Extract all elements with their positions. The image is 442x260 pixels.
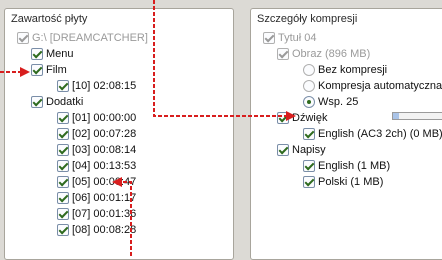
extra-checkbox[interactable] <box>57 208 69 220</box>
tree-item-extra[interactable]: [06] 00:01:17 <box>57 191 136 205</box>
tree-item-root[interactable]: G:\ [DREAMCATCHER] <box>17 31 148 45</box>
extra-label: [05] 00:00:47 <box>72 176 137 188</box>
tree-item-extra[interactable]: [05] 00:00:47 <box>57 175 136 189</box>
film-title-label: [10] 02:08:15 <box>72 80 137 92</box>
sound-track-checkbox[interactable] <box>303 128 315 140</box>
no-compression-radio[interactable] <box>303 64 315 76</box>
title-checkbox[interactable] <box>263 32 275 44</box>
compression-details-title: Szczegóły kompresji <box>257 13 358 25</box>
extra-checkbox[interactable] <box>57 128 69 140</box>
tree-item-image[interactable]: Obraz (896 MB) <box>277 47 370 61</box>
extra-label: [06] 00:01:17 <box>72 192 137 204</box>
root-checkbox[interactable] <box>17 32 29 44</box>
extras-label: Dodatki <box>46 96 84 108</box>
image-label: Obraz (896 MB) <box>292 48 371 60</box>
menu-checkbox[interactable] <box>31 48 43 60</box>
extra-checkbox[interactable] <box>57 144 69 156</box>
subtitle-english-checkbox[interactable] <box>303 160 315 172</box>
disc-contents-panel: Zawartość płyty G:\ [DREAMCATCHER] Menu … <box>4 8 234 260</box>
root-label: G:\ [DREAMCATCHER] <box>32 32 148 44</box>
tree-item-subtitle-english[interactable]: English (1 MB) <box>303 159 390 173</box>
extra-label: [04] 00:13:53 <box>72 160 137 172</box>
extra-checkbox[interactable] <box>57 192 69 204</box>
subtitle-polish-checkbox[interactable] <box>303 176 315 188</box>
tree-item-title[interactable]: Tytuł 04 <box>263 31 317 45</box>
extra-label: [03] 00:08:14 <box>72 144 137 156</box>
auto-compression-radio[interactable] <box>303 80 315 92</box>
tree-item-subtitles[interactable]: Napisy <box>277 143 326 157</box>
tree-item-extra[interactable]: [07] 00:01:36 <box>57 207 136 221</box>
option-ratio[interactable]: Wsp. 25 <box>303 95 358 109</box>
extra-checkbox[interactable] <box>57 160 69 172</box>
option-no-compression[interactable]: Bez kompresji <box>303 63 387 77</box>
extra-checkbox[interactable] <box>57 112 69 124</box>
extra-checkbox[interactable] <box>57 176 69 188</box>
tree-item-extra[interactable]: [02] 00:07:28 <box>57 127 136 141</box>
sound-track-label: English (AC3 2ch) (0 MB) <box>318 128 442 140</box>
compression-details-panel: Szczegóły kompresji Tytuł 04 Obraz (896 … <box>250 8 442 260</box>
compression-ratio-slider[interactable] <box>392 112 442 120</box>
subtitles-label: Napisy <box>292 144 326 156</box>
tree-item-extra[interactable]: [08] 00:08:28 <box>57 223 136 237</box>
tree-item-extra[interactable]: [03] 00:08:14 <box>57 143 136 157</box>
subtitle-polish-label: Polski (1 MB) <box>318 176 384 188</box>
disc-contents-title: Zawartość płyty <box>11 13 88 25</box>
compression-ratio-slider-fill <box>393 113 399 119</box>
tree-item-extra[interactable]: [01] 00:00:00 <box>57 111 136 125</box>
tree-item-subtitle-polish[interactable]: Polski (1 MB) <box>303 175 383 189</box>
title-label: Tytuł 04 <box>278 32 317 44</box>
option-auto-compression[interactable]: Kompresja automatyczna <box>303 79 442 93</box>
subtitle-english-label: English (1 MB) <box>318 160 391 172</box>
no-compression-label: Bez kompresji <box>318 64 388 76</box>
extras-checkbox[interactable] <box>31 96 43 108</box>
film-label: Film <box>46 64 67 76</box>
extra-label: [01] 00:00:00 <box>72 112 137 124</box>
tree-item-sound-track[interactable]: English (AC3 2ch) (0 MB) <box>303 127 442 141</box>
tree-item-sound[interactable]: Dźwięk <box>277 111 327 125</box>
extra-label: [07] 00:01:36 <box>72 208 137 220</box>
subtitles-checkbox[interactable] <box>277 144 289 156</box>
extra-label: [02] 00:07:28 <box>72 128 137 140</box>
extra-checkbox[interactable] <box>57 224 69 236</box>
film-checkbox[interactable] <box>31 64 43 76</box>
ratio-label: Wsp. 25 <box>318 96 359 108</box>
tree-item-film[interactable]: Film <box>31 63 67 77</box>
image-checkbox[interactable] <box>277 48 289 60</box>
tree-item-menu[interactable]: Menu <box>31 47 74 61</box>
tree-item-extra[interactable]: [04] 00:13:53 <box>57 159 136 173</box>
sound-checkbox[interactable] <box>277 112 289 124</box>
tree-item-film-title[interactable]: [10] 02:08:15 <box>57 79 136 93</box>
tree-item-extras[interactable]: Dodatki <box>31 95 83 109</box>
sound-label: Dźwięk <box>292 112 328 124</box>
auto-compression-label: Kompresja automatyczna <box>318 80 442 92</box>
ratio-radio[interactable] <box>303 96 315 108</box>
menu-label: Menu <box>46 48 74 60</box>
extra-label: [08] 00:08:28 <box>72 224 137 236</box>
film-title-checkbox[interactable] <box>57 80 69 92</box>
